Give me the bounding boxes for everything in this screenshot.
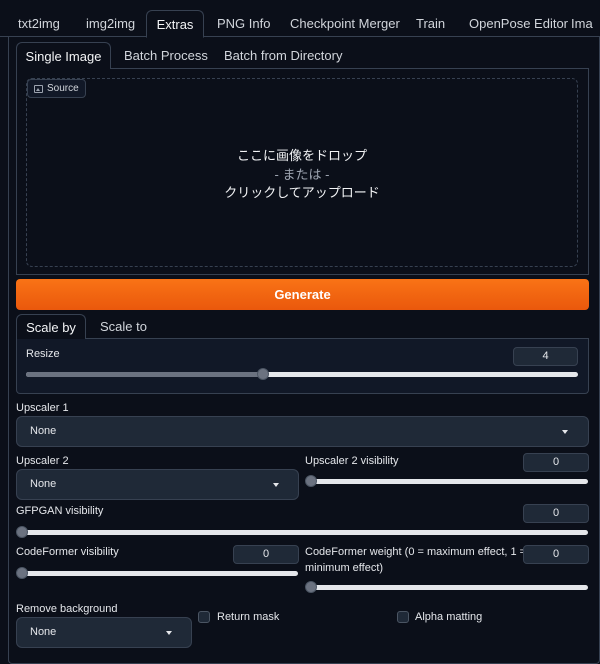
codeformer-weight-label-line2: minimum effect)	[305, 562, 384, 574]
codeformer-visibility-input[interactable]: 0	[233, 545, 299, 564]
gfpgan-visibility-slider[interactable]	[16, 526, 588, 538]
scale-by-block	[16, 339, 589, 394]
tab-openpose-editor[interactable]: OpenPose Editor	[469, 10, 568, 37]
upscaler2-label: Upscaler 2	[16, 455, 69, 467]
drop-instruction: ここに画像をドロップ	[236, 148, 367, 163]
chevron-down-icon	[273, 483, 279, 487]
codeformer-weight-slider[interactable]	[305, 581, 588, 593]
drop-or-separator: - または -	[274, 167, 330, 182]
return-mask-label: Return mask	[217, 611, 280, 623]
resize-slider[interactable]	[26, 368, 578, 380]
generate-button[interactable]: Generate	[16, 279, 589, 310]
remove-background-dropdown[interactable]: None	[16, 617, 192, 648]
tab-single-image[interactable]: Single Image	[16, 42, 111, 70]
upscaler1-dropdown[interactable]: None	[16, 416, 589, 447]
upscaler1-selected: None	[30, 425, 57, 437]
chevron-down-icon	[562, 430, 568, 434]
remove-background-label: Remove background	[16, 603, 118, 615]
tab-txt2img[interactable]: txt2img	[18, 10, 60, 37]
resize-number-input[interactable]: 4	[513, 347, 578, 366]
upscaler2-visibility-slider[interactable]	[305, 475, 588, 487]
remove-background-selected: None	[30, 626, 57, 638]
upscaler1-label: Upscaler 1	[16, 402, 69, 414]
upscaler2-visibility-slider-thumb[interactable]	[305, 475, 317, 487]
gfpgan-visibility-slider-thumb[interactable]	[16, 526, 28, 538]
alpha-matting-label: Alpha matting	[415, 611, 483, 623]
upscaler2-dropdown[interactable]: None	[16, 469, 299, 500]
alpha-matting-checkbox[interactable]	[397, 611, 409, 623]
codeformer-visibility-label: CodeFormer visibility	[16, 546, 119, 558]
tab-extras[interactable]: Extras	[146, 10, 204, 38]
codeformer-weight-slider-thumb[interactable]	[305, 581, 317, 593]
tab-checkpoint-merger[interactable]: Checkpoint Merger	[290, 10, 400, 37]
click-upload-instruction: クリックしてアップロード	[224, 185, 380, 200]
image-icon	[34, 84, 43, 93]
top-tab-bar: txt2img img2img Extras PNG Info Checkpoi…	[0, 10, 600, 38]
source-label: Source	[47, 83, 79, 94]
tab-png-info[interactable]: PNG Info	[217, 10, 270, 37]
tab-image-browser[interactable]: Ima	[571, 10, 593, 37]
tab-scale-by[interactable]: Scale by	[16, 314, 86, 340]
gfpgan-visibility-label: GFPGAN visibility	[16, 505, 104, 517]
codeformer-weight-input[interactable]: 0	[523, 545, 589, 564]
tab-batch-from-directory[interactable]: Batch from Directory	[224, 42, 342, 69]
upscaler2-visibility-label: Upscaler 2 visibility	[305, 455, 399, 467]
source-badge: Source	[27, 79, 86, 98]
resize-slider-fill	[26, 372, 264, 377]
resize-label: Resize	[26, 348, 60, 360]
tab-img2img[interactable]: img2img	[86, 10, 135, 37]
tab-scale-to[interactable]: Scale to	[100, 314, 147, 339]
gfpgan-visibility-input[interactable]: 0	[523, 504, 589, 523]
upscaler2-selected: None	[30, 478, 57, 490]
codeformer-weight-label-line1: CodeFormer weight (0 = maximum effect, 1…	[305, 546, 527, 558]
codeformer-visibility-slider[interactable]	[16, 567, 298, 579]
tab-train[interactable]: Train	[416, 10, 445, 37]
codeformer-visibility-slider-thumb[interactable]	[16, 567, 28, 579]
sub-tab-bar: Single Image Batch Process Batch from Di…	[16, 42, 589, 70]
return-mask-checkbox[interactable]	[198, 611, 210, 623]
upscaler2-visibility-input[interactable]: 0	[523, 453, 589, 472]
tab-batch-process[interactable]: Batch Process	[124, 42, 208, 69]
chevron-down-icon	[166, 631, 172, 635]
scale-tab-bar: Scale by Scale to	[16, 314, 589, 340]
